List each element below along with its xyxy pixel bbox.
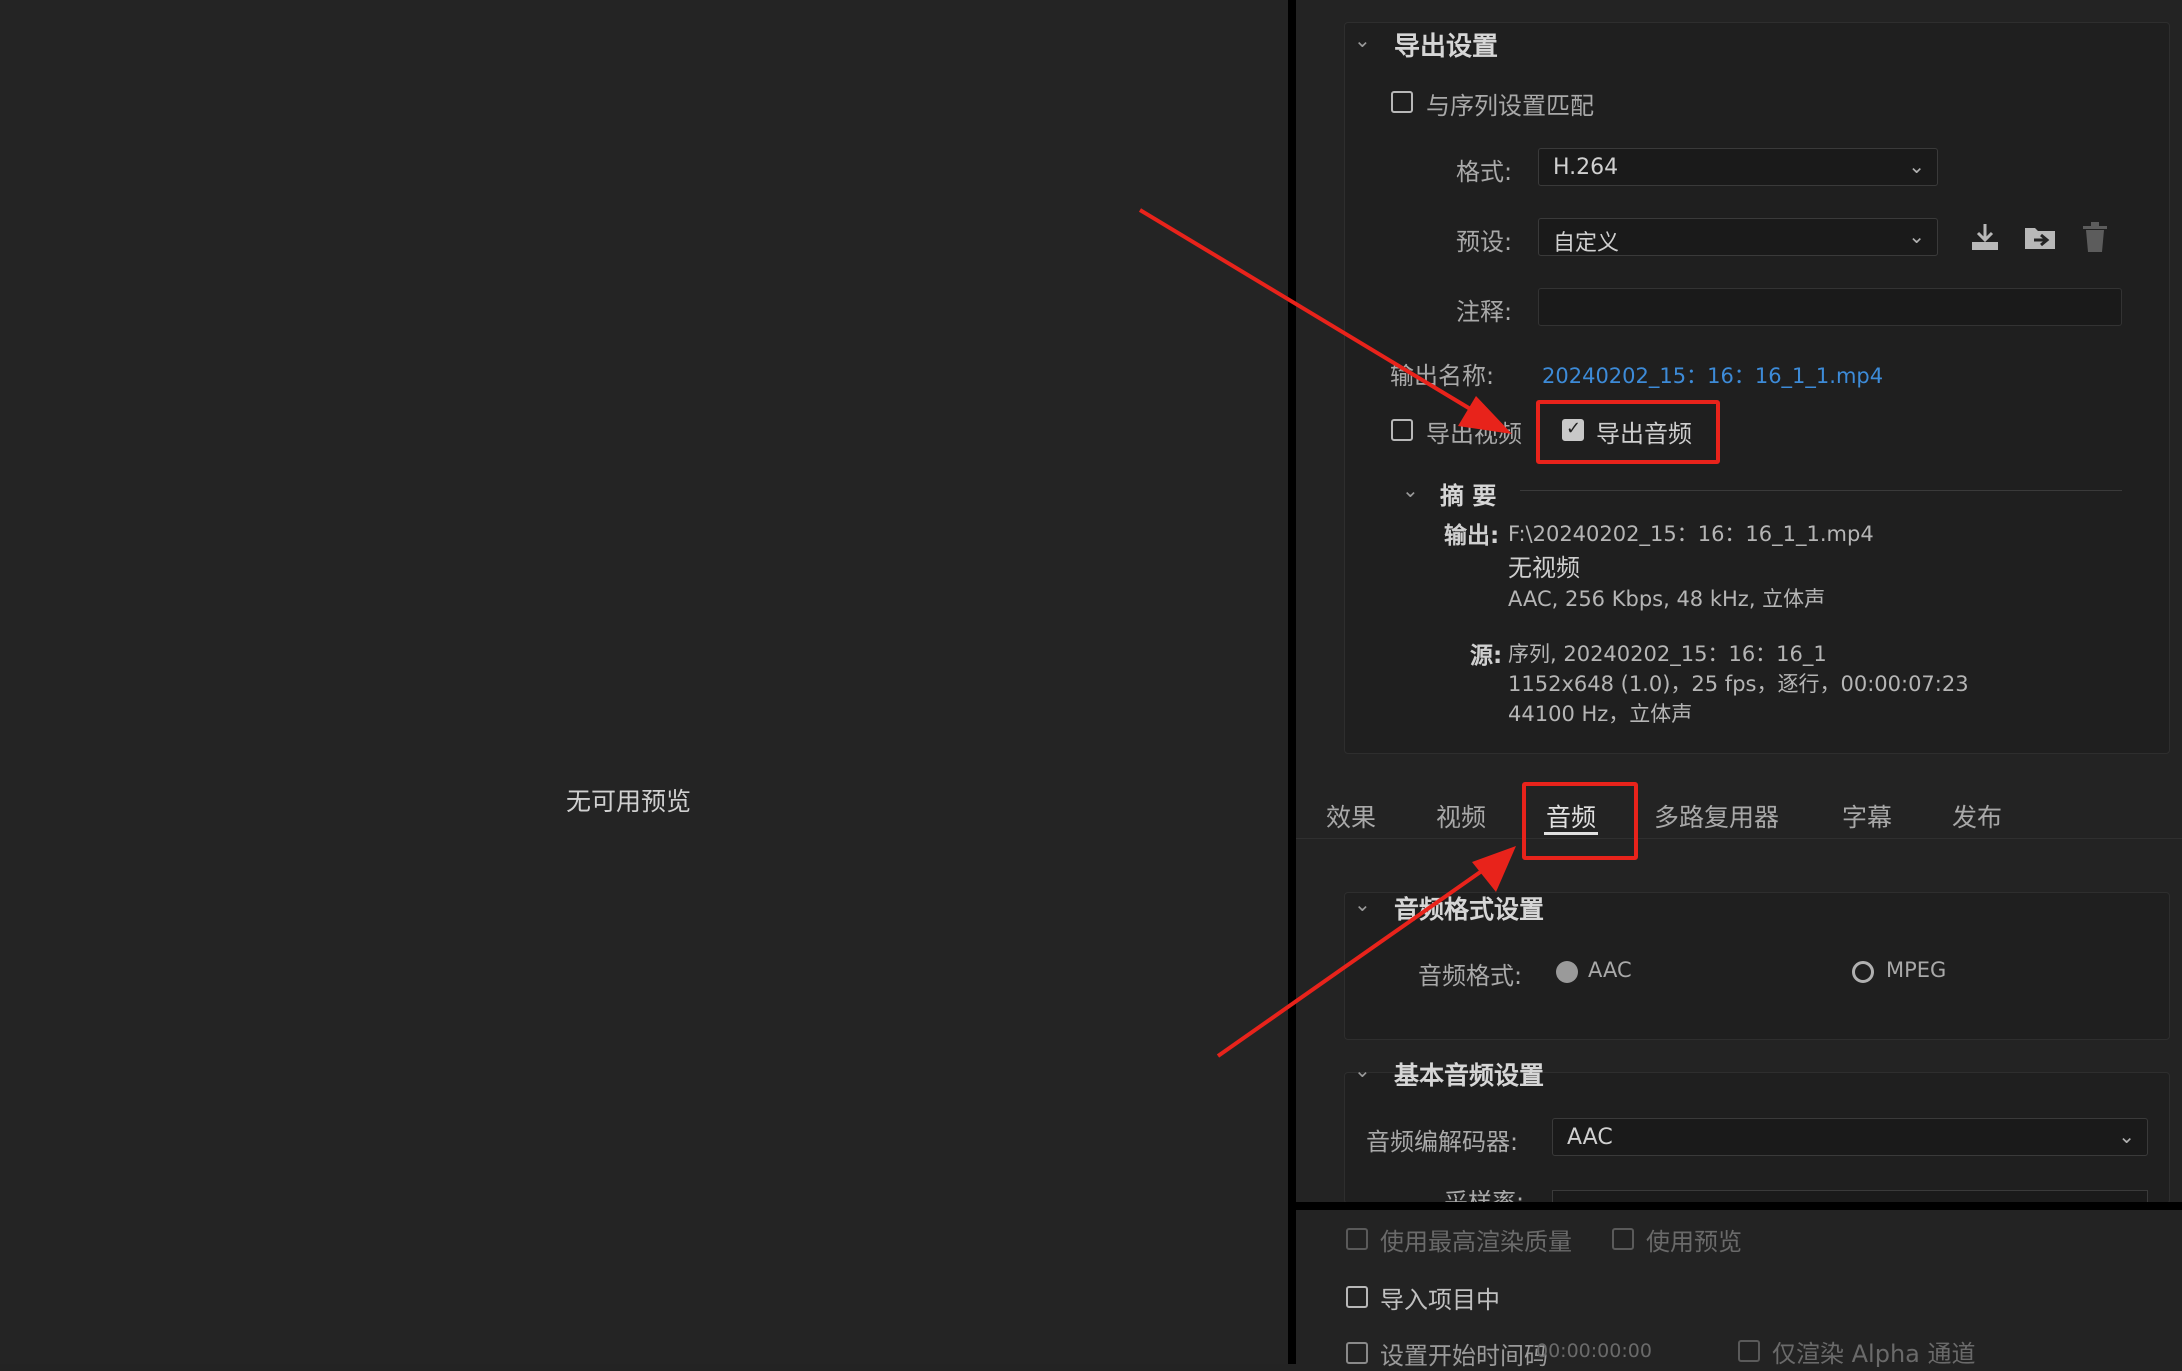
arrow-head [1472,846,1516,892]
arrow-to-audio-tab [1216,866,1488,1058]
arrow-to-export-audio [1138,208,1474,412]
arrow-head [1458,396,1512,434]
annotation-arrows [1138,208,1516,1058]
